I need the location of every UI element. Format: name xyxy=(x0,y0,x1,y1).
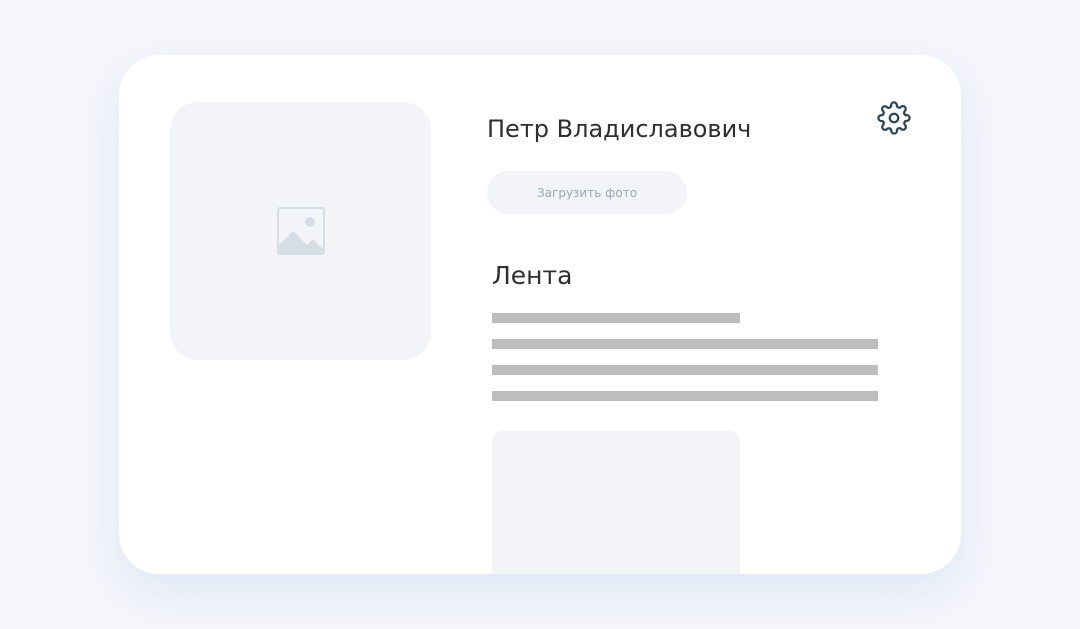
feed-title: Лента xyxy=(492,261,573,290)
profile-card: Петр Владиславович Загрузить фото Лента xyxy=(119,55,961,574)
gear-icon xyxy=(877,101,911,135)
feed-text-line xyxy=(492,365,878,375)
feed-image-placeholder xyxy=(492,431,740,574)
user-name: Петр Владиславович xyxy=(487,115,752,143)
image-placeholder-icon xyxy=(276,207,325,255)
settings-button[interactable] xyxy=(875,99,913,137)
avatar-placeholder xyxy=(170,102,431,360)
feed-text-line xyxy=(492,339,878,349)
upload-photo-button[interactable]: Загрузить фото xyxy=(487,171,687,214)
feed-text-line xyxy=(492,313,740,323)
feed-text-line xyxy=(492,391,878,401)
